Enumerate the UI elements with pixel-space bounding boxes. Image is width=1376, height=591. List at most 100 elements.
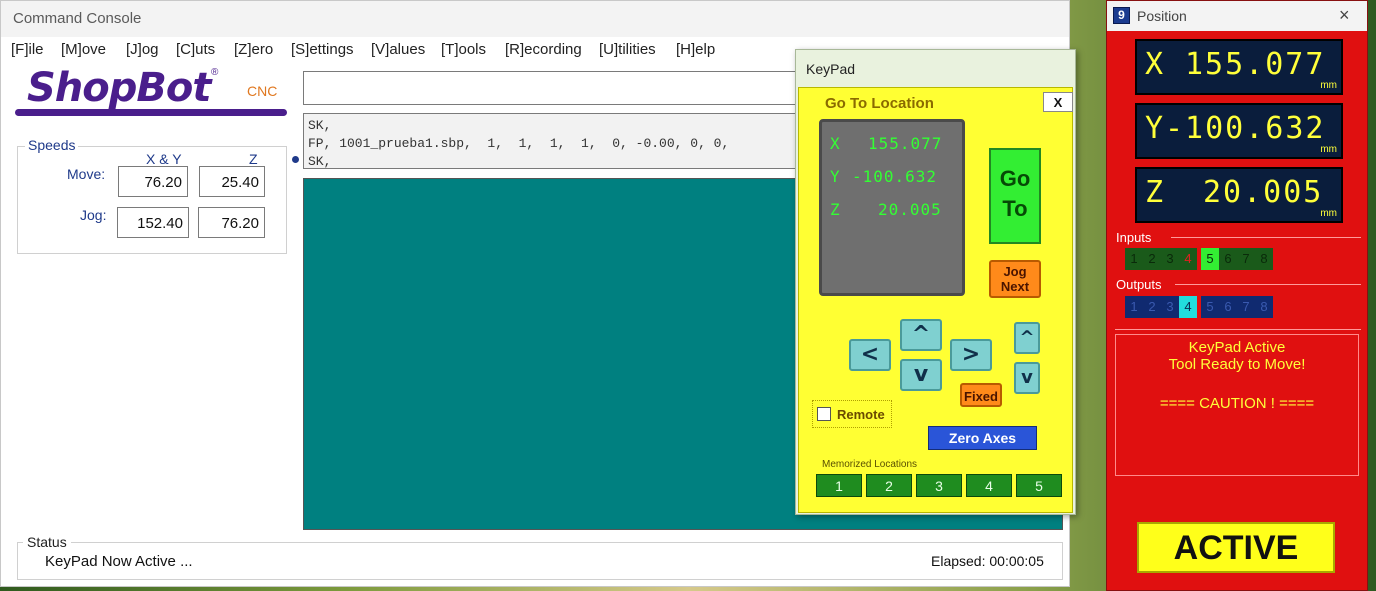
keypad-window: KeyPad Go To Location X X 155.077 Y -100… <box>795 49 1076 515</box>
input-7: 7 <box>1237 248 1255 270</box>
jog-x-minus-button[interactable]: < <box>849 339 891 371</box>
output-3[interactable]: 3 <box>1161 296 1179 318</box>
menu-help[interactable]: [H]elp <box>676 41 715 58</box>
position-title: Position <box>1137 8 1187 24</box>
z-axis-label: Z <box>1145 175 1166 210</box>
jog-y-plus-button[interactable]: ^ <box>900 319 942 351</box>
jog-z-minus-button[interactable]: v <box>1014 362 1040 394</box>
output-7[interactable]: 7 <box>1237 296 1255 318</box>
menu-cuts[interactable]: [C]uts <box>176 41 215 58</box>
shopbot-logo: ShopBot ® CNC <box>15 65 287 123</box>
menu-utilities[interactable]: [U]tilities <box>599 41 656 58</box>
logo-brand: ShopBot <box>27 65 211 111</box>
jog-xy-speed-field[interactable]: 152.40 <box>117 207 189 238</box>
jog-next-line1: Jog <box>1003 264 1027 279</box>
logo-underline <box>15 109 287 116</box>
keypad-close-button[interactable]: X <box>1043 92 1073 112</box>
output-6[interactable]: 6 <box>1219 296 1237 318</box>
logo-cnc: CNC <box>247 83 278 99</box>
y-unit: mm <box>1320 144 1337 155</box>
move-xy-speed-field[interactable]: 76.20 <box>118 166 188 197</box>
position-titlebar[interactable]: 9 Position × <box>1107 1 1367 31</box>
memorized-location-1[interactable]: 1 <box>816 474 862 497</box>
move-z-speed-field[interactable]: 25.40 <box>199 166 265 197</box>
input-8: 8 <box>1255 248 1273 270</box>
go-to-button[interactable]: Go To <box>989 148 1041 244</box>
memorized-location-5[interactable]: 5 <box>1016 474 1062 497</box>
menu-jog[interactable]: [J]og <box>126 41 159 58</box>
jog-z-speed-field[interactable]: 76.20 <box>198 207 265 238</box>
output-4[interactable]: 4 <box>1179 296 1197 318</box>
input-2: 2 <box>1143 248 1161 270</box>
output-1[interactable]: 1 <box>1125 296 1143 318</box>
x-position-value: 155.077 <box>1185 47 1326 82</box>
jog-z-plus-button[interactable]: ^ <box>1014 322 1040 354</box>
goto-z-label: Z <box>830 200 841 219</box>
input-indicators: 1 2 3 4 5 6 7 8 <box>1125 248 1275 272</box>
output-indicators: 1 2 3 4 5 6 7 8 <box>1125 296 1275 320</box>
menu-move[interactable]: [M]ove <box>61 41 106 58</box>
memorized-location-2[interactable]: 2 <box>866 474 912 497</box>
x-unit: mm <box>1320 80 1337 91</box>
goto-x-value: 155.077 <box>868 134 943 153</box>
output-2[interactable]: 2 <box>1143 296 1161 318</box>
goto-y-label: Y <box>830 167 841 186</box>
jog-y-minus-button[interactable]: v <box>900 359 942 391</box>
input-5: 5 <box>1201 248 1219 270</box>
console-titlebar[interactable]: Command Console <box>1 1 1069 37</box>
menu-recording[interactable]: [R]ecording <box>505 41 582 58</box>
inputs-label: Inputs <box>1116 230 1152 245</box>
logo-registered: ® <box>211 67 219 78</box>
menu-file[interactable]: [F]ile <box>11 41 44 58</box>
active-button[interactable]: ACTIVE <box>1137 522 1335 573</box>
goto-y-value: -100.632 <box>852 167 938 186</box>
y-position-readout[interactable]: Y -100.632 mm <box>1135 103 1343 159</box>
jog-next-line2: Next <box>1000 279 1030 294</box>
memorized-locations-label: Memorized Locations <box>822 459 918 470</box>
zero-axes-button[interactable]: Zero Axes <box>928 426 1037 450</box>
close-icon[interactable]: × <box>1339 5 1350 26</box>
x-axis-label: X <box>1145 47 1166 82</box>
memorized-location-4[interactable]: 4 <box>966 474 1012 497</box>
z-unit: mm <box>1320 208 1337 219</box>
speeds-col-z: Z <box>249 151 258 167</box>
menu-tools[interactable]: [T]ools <box>441 41 486 58</box>
goto-z-value: 20.005 <box>878 200 942 219</box>
output-5[interactable]: 5 <box>1201 296 1219 318</box>
input-3: 3 <box>1161 248 1179 270</box>
menu-settings[interactable]: [S]ettings <box>291 41 354 58</box>
input-1: 1 <box>1125 248 1143 270</box>
output-8[interactable]: 8 <box>1255 296 1273 318</box>
z-position-readout[interactable]: Z 20.005 mm <box>1135 167 1343 223</box>
console-title: Command Console <box>13 10 142 27</box>
message-line-2: Tool Ready to Move! <box>1168 356 1306 373</box>
outputs-label: Outputs <box>1116 277 1162 292</box>
go-to-line2: To <box>1002 196 1028 221</box>
menu-zero[interactable]: [Z]ero <box>234 41 273 58</box>
input-4: 4 <box>1179 248 1197 270</box>
command-input[interactable] <box>303 71 803 105</box>
x-position-readout[interactable]: X 155.077 mm <box>1135 39 1343 95</box>
remote-label: Remote <box>837 407 885 422</box>
memorized-location-3[interactable]: 3 <box>916 474 962 497</box>
fixed-step-button[interactable]: Fixed <box>960 383 1002 407</box>
jog-x-plus-button[interactable]: > <box>950 339 992 371</box>
remote-checkbox[interactable] <box>817 407 831 421</box>
goto-location-title: Go To Location <box>825 95 934 112</box>
speeds-legend: Speeds <box>25 137 79 153</box>
y-axis-label: Y <box>1145 111 1166 146</box>
position-window: 9 Position × X 155.077 mm Y -100.632 mm … <box>1106 0 1368 591</box>
y-position-value: -100.632 <box>1165 111 1326 146</box>
jog-next-button[interactable]: Jog Next <box>989 260 1041 298</box>
menu-values[interactable]: [V]alues <box>371 41 425 58</box>
z-position-value: 20.005 <box>1203 175 1324 210</box>
go-to-line1: Go <box>999 166 1031 191</box>
command-history: SK, FP, 1001_prueba1.sbp, 1, 1, 1, 1, 0,… <box>303 113 803 169</box>
status-legend: Status <box>23 534 71 550</box>
remote-toggle[interactable]: Remote <box>812 400 892 428</box>
keypad-title: KeyPad <box>806 61 856 77</box>
current-line-marker <box>292 156 299 163</box>
move-speed-label: Move: <box>67 166 106 182</box>
io-bottom-divider <box>1115 329 1361 330</box>
goto-location-display[interactable]: X 155.077 Y -100.632 Z 20.005 <box>819 119 965 296</box>
